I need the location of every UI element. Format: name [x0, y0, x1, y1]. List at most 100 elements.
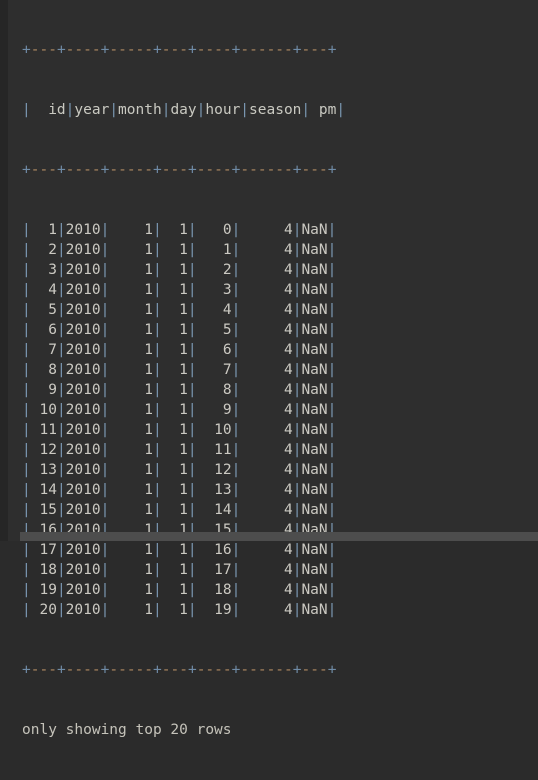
- cell-text: 2010: [65, 402, 101, 418]
- pipe-glyph: |: [231, 222, 241, 238]
- cell-text: 2010: [65, 442, 101, 458]
- cell-text: 2010: [65, 222, 101, 238]
- pipe-glyph: |: [327, 302, 337, 318]
- rule-dash: -: [48, 162, 57, 178]
- cell-text: 2: [30, 242, 57, 258]
- rule-dash: -: [266, 42, 276, 58]
- cell-text: NaN: [301, 302, 328, 318]
- rule-dash: -: [118, 662, 127, 678]
- cell-text: 1: [109, 362, 153, 378]
- cell-text: 6: [196, 342, 232, 358]
- pipe-glyph: |: [22, 422, 31, 438]
- pipe-glyph: |: [152, 282, 162, 298]
- pipe-glyph: |: [187, 322, 197, 338]
- pipe-glyph: |: [56, 302, 66, 318]
- cell-text: 1: [161, 262, 188, 278]
- horizontal-scrollbar-thumb[interactable]: [20, 532, 538, 541]
- pipe-glyph: |: [56, 422, 66, 438]
- table-rule-bottom: +---+----+-----+---+----+------+---+: [22, 660, 538, 680]
- pipe-glyph: |: [56, 362, 66, 378]
- rule-dash: -: [301, 662, 311, 678]
- rule-dash: -: [91, 662, 101, 678]
- table-row: | 14|2010| 1| 1| 13| 4|NaN|: [22, 480, 538, 500]
- rule-plus: +: [187, 662, 197, 678]
- horizontal-scrollbar[interactable]: [20, 532, 538, 541]
- cell-text: NaN: [301, 602, 328, 618]
- rule-dash: -: [214, 162, 223, 178]
- rule-dash: -: [301, 162, 311, 178]
- cell-text: 1: [109, 582, 153, 598]
- pipe-glyph: |: [231, 602, 241, 618]
- rule-dash: -: [135, 662, 145, 678]
- rule-dash: -: [135, 42, 145, 58]
- rule-dash: -: [118, 42, 127, 58]
- cell-text: 1: [161, 322, 188, 338]
- rule-plus: +: [100, 662, 110, 678]
- pipe-glyph: |: [22, 302, 31, 318]
- rule-plus: +: [153, 42, 162, 58]
- cell-text: 1: [161, 222, 188, 238]
- rule-dash: -: [83, 662, 92, 678]
- pipe-glyph: |: [187, 342, 197, 358]
- pipe-glyph: |: [231, 382, 241, 398]
- cell-text: 8: [30, 362, 57, 378]
- pipe-glyph: |: [56, 582, 66, 598]
- rule-dash: -: [240, 42, 250, 58]
- pipe-glyph: |: [231, 262, 241, 278]
- table-row: | 8|2010| 1| 1| 7| 4|NaN|: [22, 360, 538, 380]
- cell-text: 4: [240, 602, 293, 618]
- rule-dash: -: [240, 162, 250, 178]
- pipe-glyph: |: [240, 102, 250, 118]
- cell-text: 2010: [65, 462, 101, 478]
- rule-plus: +: [187, 42, 197, 58]
- pipe-glyph: |: [327, 422, 337, 438]
- cell-text: 1: [161, 462, 188, 478]
- table-row: | 20|2010| 1| 1| 19| 4|NaN|: [22, 600, 538, 620]
- table-row: | 10|2010| 1| 1| 9| 4|NaN|: [22, 400, 538, 420]
- cell-text: 4: [240, 482, 293, 498]
- pipe-glyph: |: [187, 482, 197, 498]
- pipe-glyph: |: [327, 382, 337, 398]
- pipe-glyph: |: [327, 482, 337, 498]
- cell-text: 4: [240, 362, 293, 378]
- cell-text: 1: [109, 262, 153, 278]
- rule-dash: -: [144, 662, 154, 678]
- table-row: | 17|2010| 1| 1| 16| 4|NaN|: [22, 540, 538, 560]
- pipe-glyph: |: [292, 562, 302, 578]
- pipe-glyph: |: [231, 242, 241, 258]
- pipe-glyph: |: [56, 482, 66, 498]
- cell-text: NaN: [301, 322, 328, 338]
- pipe-glyph: |: [22, 562, 31, 578]
- rule-plus: +: [22, 162, 31, 178]
- pipe-glyph: |: [327, 442, 337, 458]
- cell-text: 12: [196, 462, 232, 478]
- cell-text: 1: [161, 282, 188, 298]
- pipe-glyph: |: [292, 582, 302, 598]
- cell-text: NaN: [301, 342, 328, 358]
- cell-text: 4: [240, 262, 293, 278]
- pipe-glyph: |: [152, 462, 162, 478]
- cell-text: 19: [196, 602, 232, 618]
- cell-text: NaN: [301, 222, 328, 238]
- table-body: | 1|2010| 1| 1| 0| 4|NaN| | 2|2010| 1| 1|…: [22, 220, 538, 620]
- pipe-glyph: |: [231, 482, 241, 498]
- rule-plus: +: [327, 662, 337, 678]
- cell-text: 2010: [65, 322, 101, 338]
- pipe-glyph: |: [22, 282, 31, 298]
- cell-text: 4: [240, 422, 293, 438]
- cell-text: 2010: [65, 262, 101, 278]
- pipe-glyph: |: [231, 322, 241, 338]
- cell-text: 1: [109, 382, 153, 398]
- rule-plus: +: [153, 662, 162, 678]
- pipe-glyph: |: [327, 222, 337, 238]
- pipe-glyph: |: [187, 282, 197, 298]
- pipe-glyph: |: [327, 402, 337, 418]
- pipe-glyph: |: [231, 442, 241, 458]
- cell-text: 1: [161, 302, 188, 318]
- pipe-glyph: |: [56, 402, 66, 418]
- cell-text: 1: [109, 342, 153, 358]
- pipe-glyph: |: [327, 282, 337, 298]
- cell-text: 1: [161, 362, 188, 378]
- pipe-glyph: |: [187, 582, 197, 598]
- pipe-glyph: |: [22, 262, 31, 278]
